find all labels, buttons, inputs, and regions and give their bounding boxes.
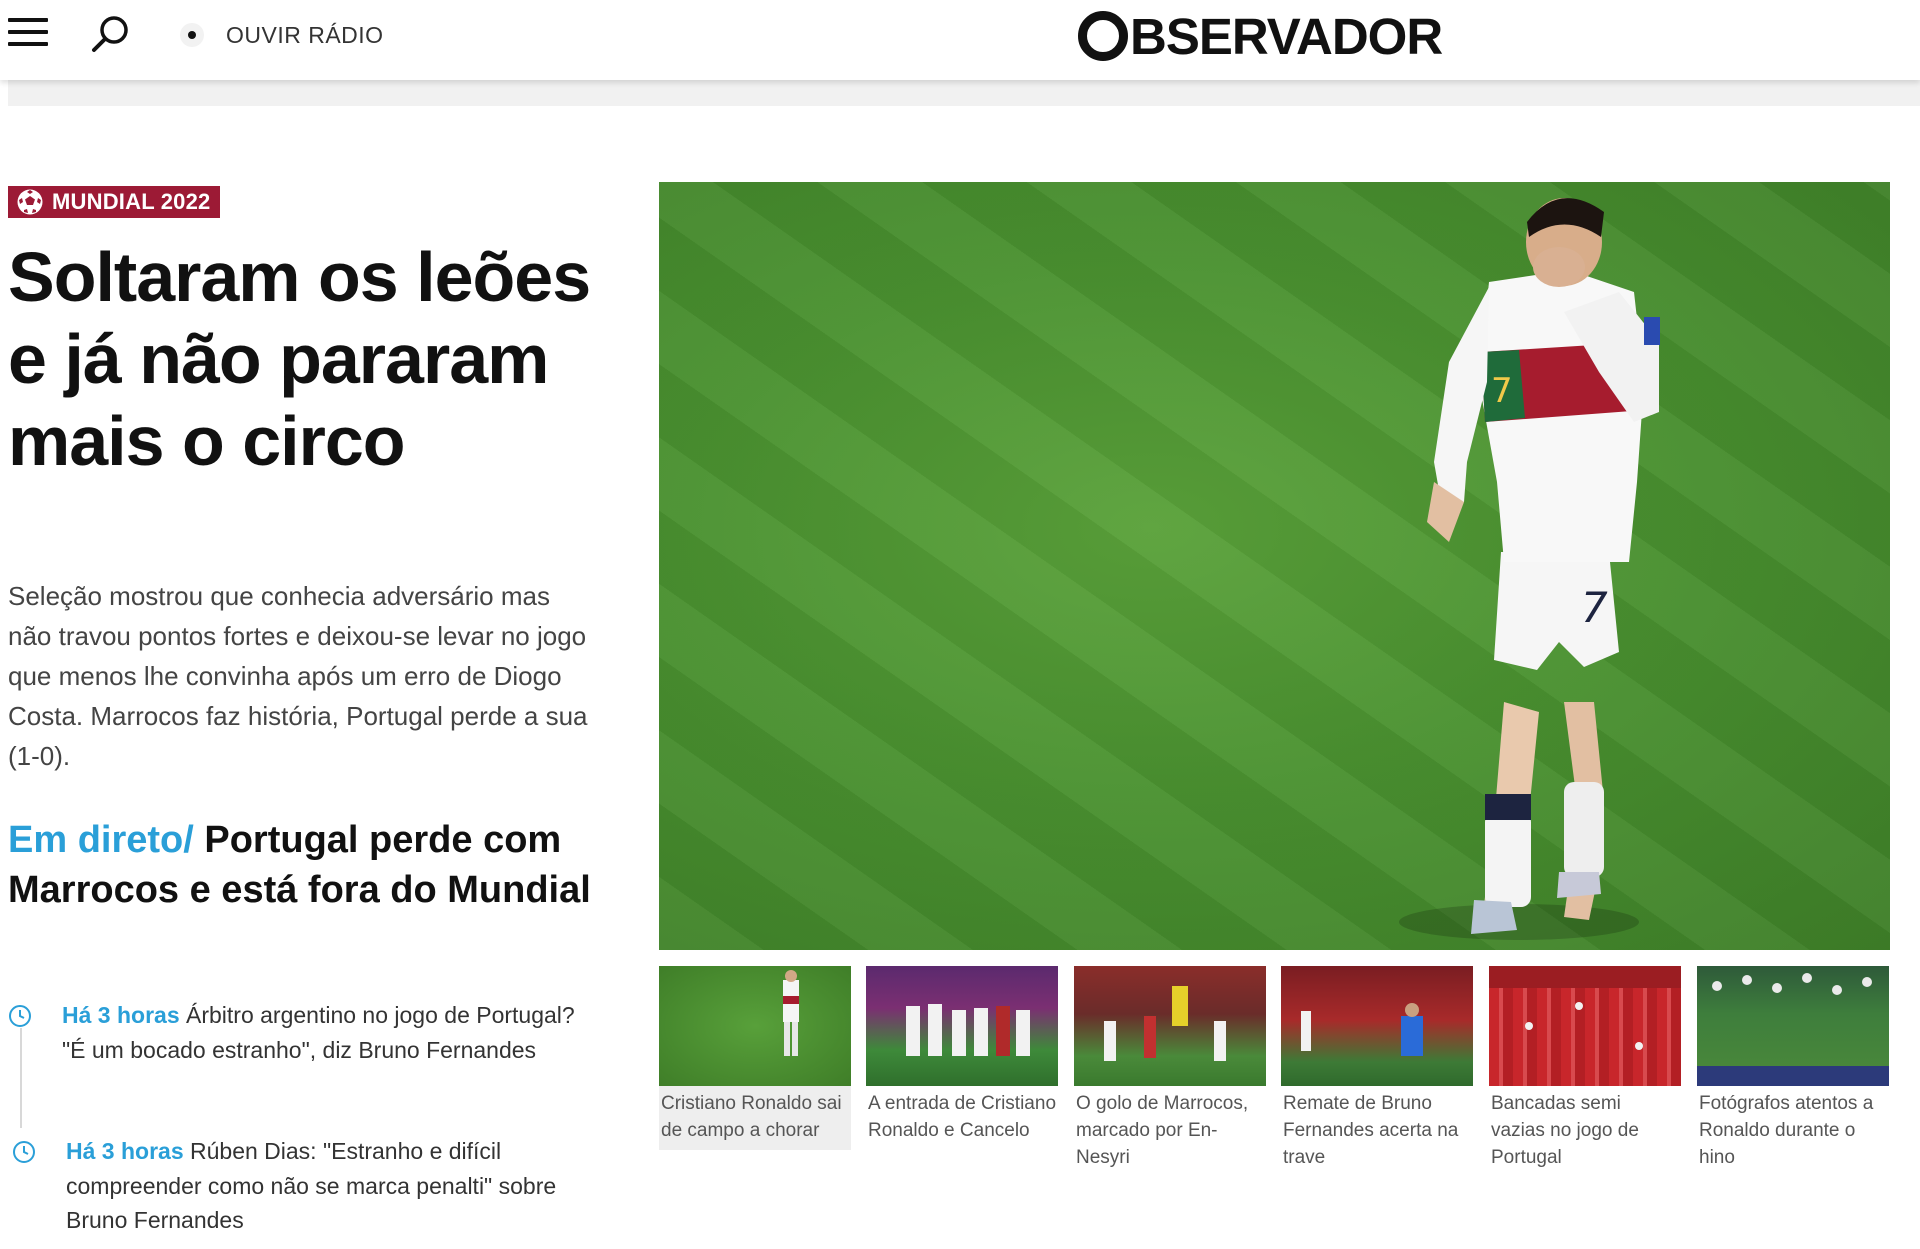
gallery-thumbnail[interactable]: Bancadas semi vazias no jogo de Portugal — [1489, 966, 1681, 1177]
gallery-thumbnail[interactable]: Fotógrafos atentos a Ronaldo durante o h… — [1697, 966, 1889, 1177]
gallery-thumbnail[interactable]: Remate de Bruno Fernandes acerta na trav… — [1281, 966, 1473, 1177]
clock-icon — [9, 1005, 31, 1027]
hamburger-menu-icon[interactable] — [8, 18, 48, 52]
gallery-caption: Remate de Bruno Fernandes acerta na trav… — [1283, 1093, 1459, 1168]
search-icon[interactable] — [88, 12, 134, 58]
clock-icon — [13, 1141, 35, 1163]
football-icon — [17, 189, 43, 215]
gallery-thumbnail[interactable]: O golo de Marrocos, marcado por En-Nesyr… — [1074, 966, 1266, 1177]
gallery-thumbnail[interactable]: Cristiano Ronaldo sai de campo a chorar — [659, 966, 851, 1150]
player-figure: 7 7 — [1399, 198, 1660, 940]
feed-item-time: Há 3 horas — [66, 1138, 184, 1164]
hero-photo[interactable]: 7 7 — [659, 182, 1890, 950]
gallery-thumbnail-image — [1489, 966, 1681, 1086]
gallery-thumbnail-image — [1281, 966, 1473, 1086]
logo-o-mark — [1078, 11, 1128, 61]
article-lead: Seleção mostrou que conhecia adversário … — [8, 581, 588, 771]
gallery-thumbnail-image — [659, 966, 851, 1086]
gallery-caption: Cristiano Ronaldo sai de campo a chorar — [659, 1086, 851, 1150]
gallery-caption: Bancadas semi vazias no jogo de Portugal — [1491, 1093, 1639, 1168]
feed-item-time: Há 3 horas — [62, 1002, 180, 1028]
logo-text: BSERVADOR — [1130, 7, 1443, 65]
radio-label: OUVIR RÁDIO — [226, 21, 384, 48]
live-feed-item[interactable]: Há 3 horas Rúben Dias: "Estranho e difíc… — [8, 1134, 588, 1244]
feed-item-text: Há 3 horas Rúben Dias: "Estranho e difíc… — [66, 1134, 586, 1238]
gallery-thumbnail-image — [1697, 966, 1889, 1086]
live-feed-item[interactable]: Há 3 horas Árbitro argentino no jogo de … — [8, 998, 588, 1108]
svg-text:7: 7 — [1491, 371, 1513, 411]
ad-banner-strip — [8, 80, 1920, 106]
section-tag-label: MUNDIAL 2022 — [52, 189, 211, 214]
live-coverage-link[interactable]: Em direto/ Portugal perde com Marrocos e… — [8, 815, 598, 915]
gallery-thumbnail[interactable]: A entrada de Cristiano Ronaldo e Cancelo — [866, 966, 1058, 1150]
svg-text:7: 7 — [1581, 583, 1608, 632]
gallery-caption: Fotógrafos atentos a Ronaldo durante o h… — [1699, 1093, 1874, 1168]
top-navigation-bar: OUVIR RÁDIO BSERVADOR — [0, 0, 1920, 80]
article-headline[interactable]: Soltaram os leões e já não pararam mais … — [8, 236, 608, 482]
listen-radio-button[interactable]: OUVIR RÁDIO — [180, 18, 384, 52]
gallery-thumbnail-image — [1074, 966, 1266, 1086]
observador-logo[interactable]: BSERVADOR — [1078, 4, 1443, 68]
gallery-caption: O golo de Marrocos, marcado por En-Nesyr… — [1076, 1093, 1249, 1168]
gallery-caption: A entrada de Cristiano Ronaldo e Cancelo — [868, 1093, 1057, 1141]
gallery-thumbnail-image — [866, 966, 1058, 1086]
live-prefix: Em direto/ — [8, 819, 194, 861]
feed-item-text: Há 3 horas Árbitro argentino no jogo de … — [62, 998, 582, 1067]
section-tag-mundial[interactable]: MUNDIAL 2022 — [8, 186, 221, 218]
radio-play-icon — [180, 23, 204, 47]
